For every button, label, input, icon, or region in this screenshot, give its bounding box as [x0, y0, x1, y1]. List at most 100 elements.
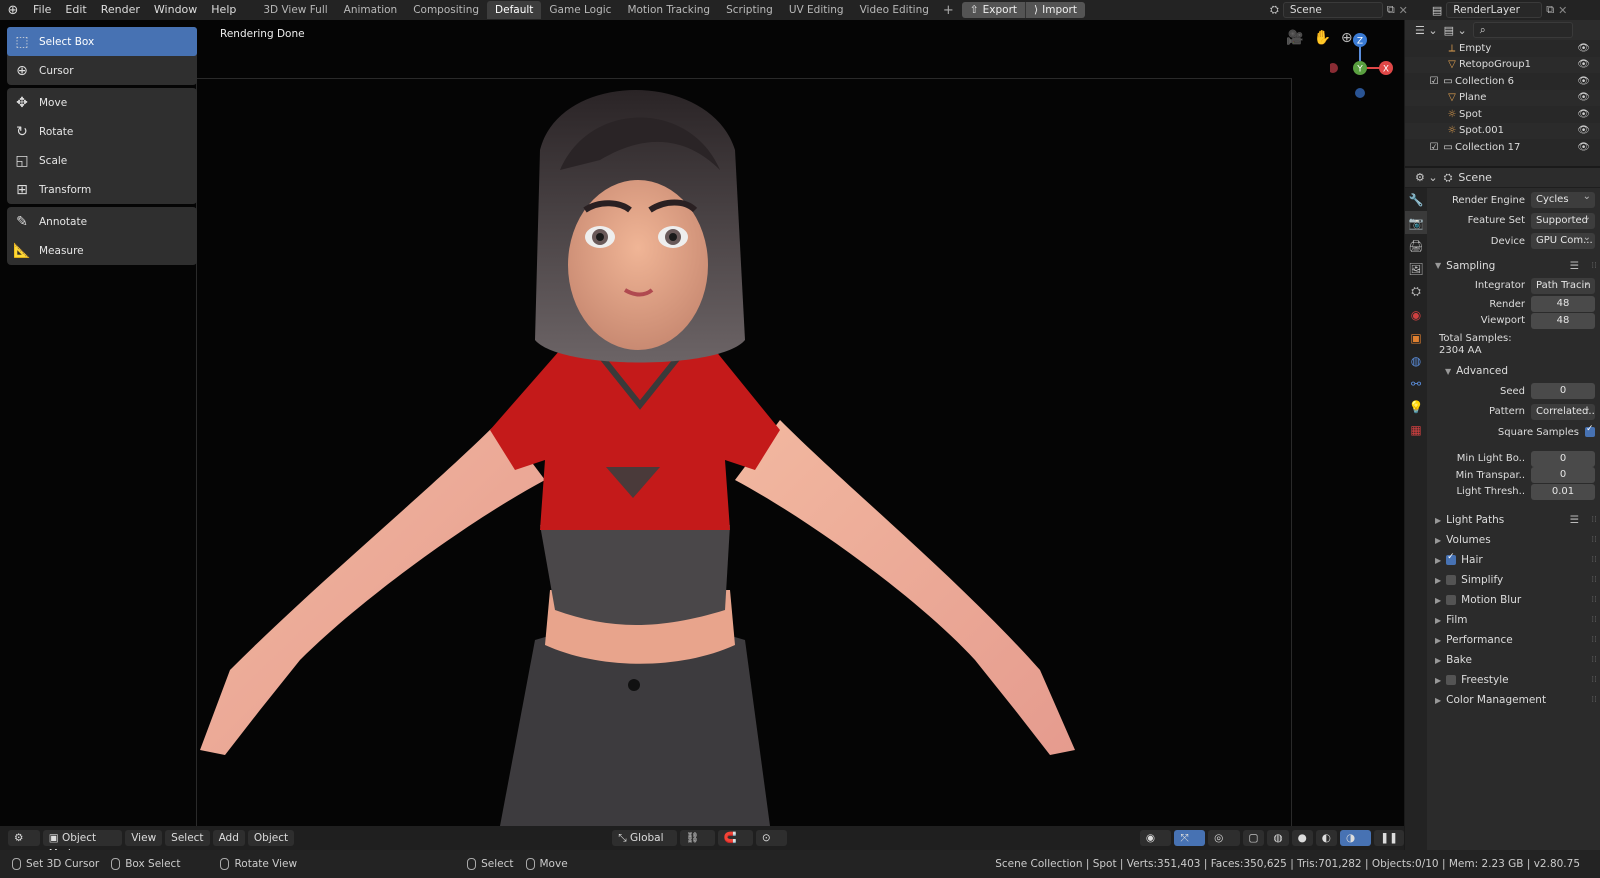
render-layer-field[interactable]: RenderLayer	[1446, 2, 1543, 18]
pattern-dropdown[interactable]: Correlated...	[1531, 403, 1595, 420]
menu-object[interactable]: Object	[247, 830, 295, 846]
tab-game-logic[interactable]: Game Logic	[541, 1, 619, 19]
tool-cursor[interactable]: ⊕ Cursor	[7, 56, 197, 85]
modifier-tab-icon[interactable]: ◍	[1405, 349, 1427, 372]
menu-window[interactable]: Window	[147, 0, 204, 20]
motion-blur-checkbox[interactable]	[1446, 595, 1457, 605]
menu-help[interactable]: Help	[204, 0, 243, 20]
section-film[interactable]: ▶ Film ⁞⁞	[1427, 610, 1600, 630]
hair-checkbox[interactable]	[1446, 552, 1457, 565]
tab-default[interactable]: Default	[487, 1, 542, 19]
new-scene-icon[interactable]: ⧉	[1387, 3, 1395, 17]
simplify-checkbox[interactable]	[1446, 575, 1457, 585]
pan-hand-icon[interactable]: ✋	[1313, 30, 1330, 46]
tool-transform[interactable]: ⊞ Transform	[7, 175, 197, 204]
section-bake[interactable]: ▶ Bake ⁞⁞	[1427, 650, 1600, 670]
blender-logo-icon[interactable]: ⊕	[0, 0, 26, 20]
shading-solid-icon[interactable]: ●	[1291, 830, 1313, 846]
section-freestyle[interactable]: ▶ Freestyle ⁞⁞	[1427, 670, 1600, 690]
section-simplify[interactable]: ▶ Simplify ⁞⁞	[1427, 570, 1600, 590]
feature-set-dropdown[interactable]: Supported	[1531, 212, 1595, 229]
shading-material-icon[interactable]: ◐	[1315, 830, 1337, 846]
tab-animation[interactable]: Animation	[336, 1, 406, 19]
drag-handle-icon[interactable]: ⁞⁞	[1591, 615, 1597, 625]
eye-icon[interactable]: 👁	[1577, 142, 1590, 153]
presets-icon[interactable]: ☰	[1570, 514, 1579, 526]
drag-handle-icon[interactable]: ⁞⁞	[1591, 675, 1597, 685]
navigation-gizmo[interactable]: Z Y X	[1330, 26, 1404, 106]
3d-viewport[interactable]: Rendering Done ⬚ Select Box ⊕ Cursor ✥ Move…	[0, 20, 1404, 826]
section-volumes[interactable]: ▶ Volumes ⁞⁞	[1427, 530, 1600, 550]
gizmo-neg-x[interactable]	[1330, 63, 1338, 73]
section-advanced[interactable]: ▼ Advanced	[1427, 361, 1600, 381]
integrator-dropdown[interactable]: Path Tracin	[1531, 277, 1595, 294]
viewport-samples-field[interactable]: 48	[1531, 312, 1595, 329]
outliner-search-input[interactable]: ⌕	[1472, 22, 1573, 38]
drag-handle-icon[interactable]: ⁞⁞	[1591, 535, 1597, 545]
constraint-tab-icon[interactable]: ⚯	[1405, 372, 1427, 395]
eye-icon[interactable]: 👁	[1577, 59, 1590, 70]
outliner-row-retopogroup1[interactable]: ▽ RetopoGroup1 👁	[1405, 56, 1600, 73]
min-light-bounces-field[interactable]: 0	[1531, 450, 1595, 467]
device-dropdown[interactable]: GPU Com...	[1531, 233, 1595, 250]
outliner-row-plane[interactable]: ▽ Plane 👁	[1405, 89, 1600, 106]
presets-icon[interactable]: ☰	[1570, 260, 1579, 272]
object-tab-icon[interactable]: ▣	[1405, 326, 1427, 349]
square-samples-checkbox[interactable]	[1585, 424, 1595, 438]
overlay-icon[interactable]: ◎ ⌄	[1208, 830, 1240, 860]
collection-checkbox-icon[interactable]: ☑	[1427, 76, 1441, 87]
section-sampling[interactable]: ▼ Sampling ☰ ⁞⁞	[1427, 256, 1600, 276]
delete-layer-icon[interactable]: ✕	[1558, 4, 1567, 17]
drag-handle-icon[interactable]: ⁞⁞	[1591, 635, 1597, 645]
render-tab-icon[interactable]: 📷	[1405, 211, 1427, 234]
tab-video-editing[interactable]: Video Editing	[852, 1, 937, 19]
menu-render[interactable]: Render	[94, 0, 147, 20]
section-light-paths[interactable]: ▶ Light Paths ☰ ⁞⁞	[1427, 510, 1600, 530]
xray-icon[interactable]: ▢	[1242, 830, 1265, 846]
render-samples-field[interactable]: 48	[1531, 296, 1595, 313]
scene-tab-icon[interactable]: ⛭	[1405, 280, 1427, 303]
drag-handle-icon[interactable]: ⁞⁞	[1591, 595, 1597, 605]
proportional-edit-icon[interactable]: ⊙ ⌄	[755, 830, 788, 860]
drag-handle-icon[interactable]: ⁞⁞	[1591, 555, 1597, 565]
tab-compositing[interactable]: Compositing	[405, 1, 487, 19]
gizmo-toggle-icon[interactable]: ⤧ ⌄	[1174, 830, 1206, 860]
scene-icon[interactable]: ⛭	[1270, 3, 1279, 17]
tool-measure[interactable]: 📐 Measure	[7, 236, 197, 265]
eye-icon[interactable]: 👁	[1577, 109, 1590, 120]
tool-rotate[interactable]: ↻ Rotate	[7, 117, 197, 146]
editor-type-button[interactable]: ⚙ ⌄	[8, 830, 40, 860]
orientation-dropdown[interactable]: ⤡ Global ⌄	[612, 830, 677, 860]
square-samples-row[interactable]: Square Samples	[1427, 422, 1600, 443]
world-tab-icon[interactable]: ◉	[1405, 303, 1427, 326]
tab-uv-editing[interactable]: UV Editing	[781, 1, 852, 19]
tool-annotate[interactable]: ✎ Annotate	[7, 207, 197, 236]
visibility-icon[interactable]: ◉ ⌄	[1139, 830, 1172, 860]
snap-icon[interactable]: 🧲 ⌄	[717, 830, 753, 860]
outliner-row-spot[interactable]: ☼ Spot 👁	[1405, 106, 1600, 123]
outliner-row-spot-001[interactable]: ☼ Spot.001 👁	[1405, 122, 1600, 139]
texture-tab-icon[interactable]: ▦	[1405, 418, 1427, 441]
pivot-icon[interactable]: ⛓ ⌄	[679, 830, 715, 860]
mode-dropdown[interactable]: ▣ Object Mode ⌄	[42, 830, 123, 860]
seed-field[interactable]: 0	[1531, 383, 1595, 400]
scene-name-field[interactable]: Scene	[1282, 2, 1383, 18]
shading-wireframe-icon[interactable]: ◍	[1267, 830, 1289, 846]
outliner-row-collection-6[interactable]: ☑ ▭ Collection 6 👁	[1405, 73, 1600, 90]
light-threshold-field[interactable]: 0.01	[1531, 483, 1595, 500]
drag-handle-icon[interactable]: ⁞⁞	[1591, 695, 1597, 705]
section-motion-blur[interactable]: ▶ Motion Blur ⁞⁞	[1427, 590, 1600, 610]
drag-handle-icon[interactable]: ⁞⁞	[1591, 515, 1597, 525]
tool-select-box[interactable]: ⬚ Select Box	[7, 27, 197, 56]
camera-view-icon[interactable]: 🎥	[1286, 30, 1303, 46]
eye-icon[interactable]: 👁	[1577, 43, 1590, 54]
freestyle-checkbox[interactable]	[1446, 675, 1457, 685]
tool-tab-icon[interactable]: 🔧	[1405, 188, 1427, 211]
collection-checkbox-icon[interactable]: ☑	[1427, 142, 1441, 153]
tool-move[interactable]: ✥ Move	[7, 88, 197, 117]
eye-icon[interactable]: 👁	[1577, 76, 1590, 87]
view-layer-tab-icon[interactable]: 🖼	[1405, 257, 1427, 280]
menu-select[interactable]: Select	[165, 830, 210, 846]
import-button[interactable]: ⟩ Import	[1026, 2, 1085, 18]
menu-view[interactable]: View	[125, 830, 163, 846]
